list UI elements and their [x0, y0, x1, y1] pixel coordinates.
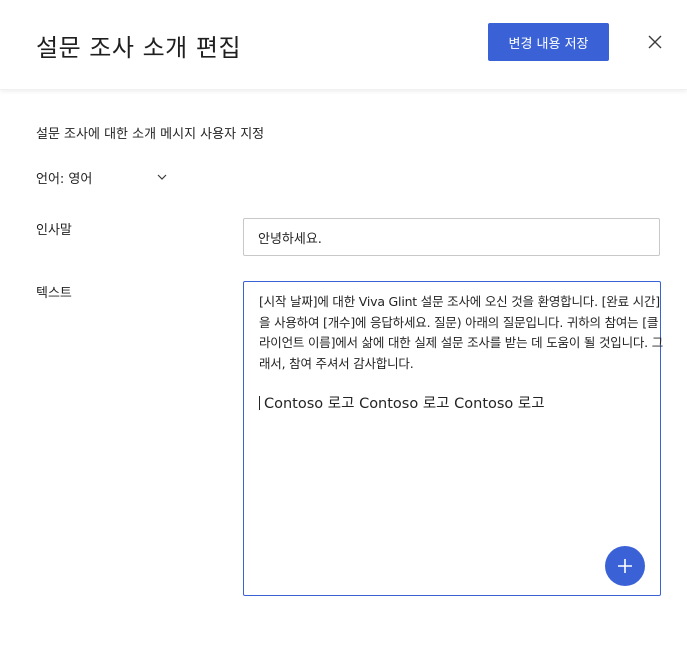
close-icon [648, 35, 662, 49]
close-button[interactable] [643, 30, 667, 54]
plus-icon [618, 559, 632, 573]
greeting-label: 인사말 [36, 223, 72, 238]
section-subtitle: 설문 조사에 대한 소개 메시지 사용자 지정 [36, 127, 265, 142]
save-changes-button[interactable]: 변경 내용 저장 [488, 23, 609, 61]
panel-header: 설문 조사 소개 편집 변경 내용 저장 [0, 0, 687, 90]
logo-placeholder-line: Contoso 로고 Contoso 로고 Contoso 로고 [259, 392, 545, 413]
chevron-down-icon [157, 174, 167, 180]
greeting-input[interactable] [243, 218, 660, 256]
page-title: 설문 조사 소개 편집 [36, 34, 242, 62]
text-body: [시작 날짜]에 대한 Viva Glint 설문 조사에 오신 것을 환영합니… [259, 294, 664, 371]
add-content-button[interactable] [605, 546, 645, 586]
text-editor[interactable]: [시작 날짜]에 대한 Viva Glint 설문 조사에 오신 것을 환영합니… [243, 281, 663, 596]
language-label: 언어: 영어 [36, 171, 93, 187]
language-dropdown[interactable]: 언어: 영어 [36, 167, 167, 187]
text-label: 텍스트 [36, 286, 72, 301]
text-cursor [259, 395, 260, 410]
logo-text: Contoso 로고 Contoso 로고 Contoso 로고 [264, 396, 545, 412]
